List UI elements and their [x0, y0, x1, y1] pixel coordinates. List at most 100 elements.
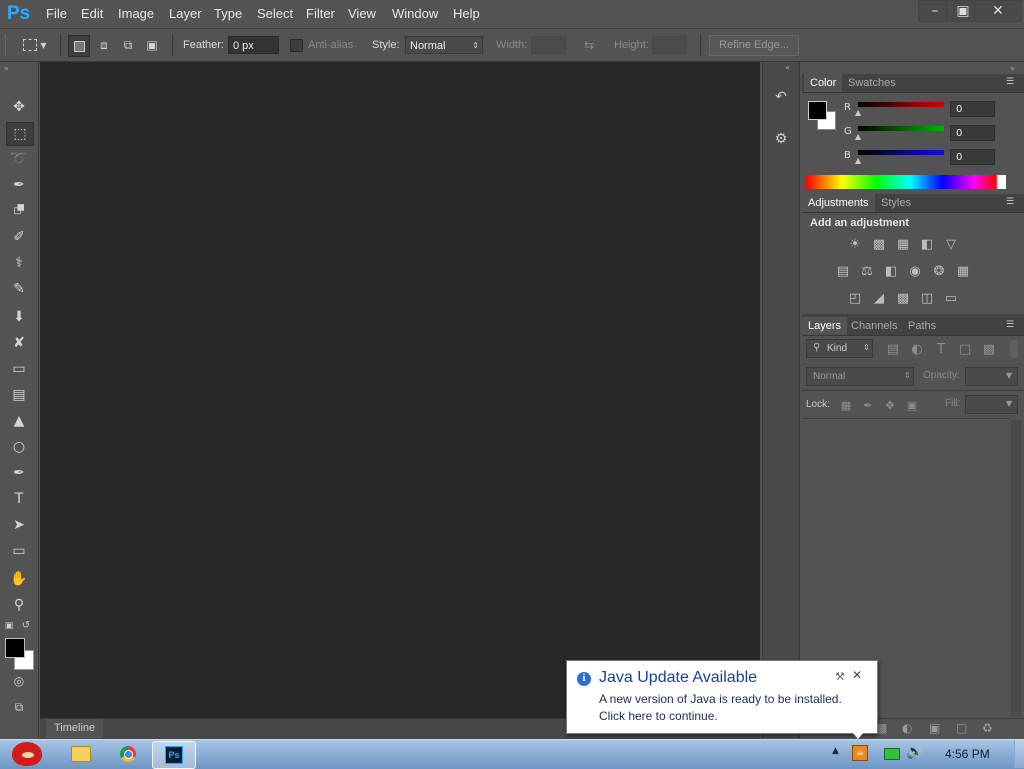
filter-shape-icon[interactable]: □ [956, 342, 974, 357]
hand-tool-icon[interactable]: ✋ [6, 568, 32, 590]
show-desktop-button[interactable] [1014, 740, 1024, 768]
filter-type-icon[interactable]: T [932, 342, 950, 357]
default-colors-icon[interactable]: ▣ [3, 620, 15, 632]
chrome-icon[interactable] [115, 744, 141, 764]
rectangular-marquee-tool-icon[interactable]: ⬚ [6, 122, 34, 146]
tab-adjustments[interactable]: Adjustments [802, 194, 875, 212]
channel-r-input[interactable]: 0 [950, 101, 995, 117]
properties-panel-icon[interactable]: ⚙ [771, 128, 791, 150]
java-update-notification[interactable]: i Java Update Available ⚒ ✕ A new versio… [566, 660, 878, 734]
intersect-selection-icon[interactable]: ▣ [142, 35, 162, 55]
filter-smart-object-icon[interactable]: ▩ [980, 342, 998, 357]
feather-input[interactable]: 0 px [228, 36, 279, 54]
history-brush-tool-icon[interactable]: ✘ [6, 332, 32, 354]
color-balance-icon[interactable]: ⚖ [858, 264, 876, 279]
pen-tool-icon[interactable]: ✒ [6, 462, 32, 484]
angry-birds-icon[interactable] [6, 740, 48, 768]
tab-color[interactable]: Color [804, 74, 843, 92]
rectangle-tool-icon[interactable]: ▭ [6, 540, 32, 562]
adjustment-layer-icon[interactable]: ◐ [902, 721, 912, 735]
java-tray-icon[interactable]: ☕ [852, 745, 868, 761]
color-foreground-swatch[interactable] [808, 101, 827, 120]
collapse-dock-icon[interactable]: » [1010, 64, 1015, 73]
brightness-contrast-icon[interactable]: ☀ [846, 237, 864, 252]
exposure-icon[interactable]: ◧ [918, 237, 936, 252]
width-input[interactable] [531, 36, 566, 54]
photo-filter-icon[interactable]: ◉ [906, 264, 924, 279]
volume-icon[interactable]: 🔊 [906, 744, 923, 760]
menu-select[interactable]: Select [257, 6, 293, 21]
timeline-tab[interactable]: Timeline [46, 719, 104, 738]
menu-view[interactable]: View [348, 6, 376, 21]
collapse-tools-icon[interactable]: » [4, 64, 9, 73]
brush-tool-icon[interactable]: ✎ [6, 278, 32, 300]
color-spectrum-ramp[interactable] [806, 175, 1006, 189]
menu-filter[interactable]: Filter [306, 6, 335, 21]
invert-icon[interactable]: ◰ [846, 291, 864, 306]
quick-mask-icon[interactable]: ◎ [9, 672, 29, 690]
document-canvas-area[interactable] [40, 62, 760, 718]
menu-edit[interactable]: Edit [81, 6, 103, 21]
close-notification-icon[interactable]: ✕ [852, 668, 862, 682]
filter-toggle[interactable] [1010, 340, 1018, 358]
swap-dimensions-icon[interactable]: ⇆ [580, 37, 598, 53]
menu-help[interactable]: Help [453, 6, 480, 21]
path-selection-tool-icon[interactable]: ➤ [6, 514, 32, 536]
move-tool-icon[interactable]: ✥ [6, 96, 32, 118]
type-tool-icon[interactable]: T [6, 488, 32, 510]
foreground-color-swatch[interactable] [5, 638, 25, 658]
levels-icon[interactable]: ▩ [870, 237, 888, 252]
trash-icon[interactable]: ♻ [982, 721, 993, 735]
lock-position-icon[interactable]: ✥ [881, 398, 899, 412]
tab-styles[interactable]: Styles [875, 194, 917, 212]
gradient-tool-icon[interactable]: ▤ [6, 384, 32, 406]
folder-icon[interactable]: ▣ [929, 721, 940, 735]
channel-r-slider[interactable] [858, 102, 944, 107]
menu-file[interactable]: File [46, 6, 67, 21]
marquee-preset-icon[interactable]: ▼ [22, 37, 48, 53]
dodge-tool-icon[interactable]: ○ [6, 436, 32, 458]
lock-all-icon[interactable]: ▣ [903, 398, 921, 412]
slider-b-handle-icon[interactable]: ▲ [855, 156, 861, 165]
panel-menu-icon[interactable]: ☰ [1006, 77, 1014, 87]
add-to-selection-icon[interactable]: ⧈ [94, 35, 114, 55]
channel-g-input[interactable]: 0 [950, 125, 995, 141]
menu-layer[interactable]: Layer [169, 6, 202, 21]
tab-paths[interactable]: Paths [902, 317, 942, 335]
menu-type[interactable]: Type [214, 6, 242, 21]
channel-mixer-icon[interactable]: ❂ [930, 264, 948, 279]
options-wrench-icon[interactable]: ⚒ [835, 670, 845, 683]
black-white-icon[interactable]: ◧ [882, 264, 900, 279]
clock[interactable]: 4:56 PM [945, 747, 990, 761]
slider-r-handle-icon[interactable]: ▲ [855, 108, 861, 117]
threshold-icon[interactable]: ▩ [894, 291, 912, 306]
crop-tool-icon[interactable]: ⮻ [6, 200, 32, 222]
show-hidden-icons-icon[interactable]: ▲ [832, 746, 839, 756]
network-icon[interactable] [884, 748, 900, 760]
curves-icon[interactable]: ▦ [894, 237, 912, 252]
clone-stamp-tool-icon[interactable]: ⬇ [6, 306, 32, 328]
color-lookup-icon[interactable]: ▦ [954, 264, 972, 279]
subtract-from-selection-icon[interactable]: ⧉ [118, 35, 138, 55]
slider-g-handle-icon[interactable]: ▲ [855, 132, 861, 141]
style-select[interactable]: Normal ⇕ [405, 36, 483, 54]
tab-swatches[interactable]: Swatches [842, 74, 902, 92]
explorer-icon[interactable] [68, 744, 94, 764]
new-selection-icon[interactable] [68, 35, 90, 57]
refine-edge-button[interactable]: Refine Edge... [709, 35, 799, 56]
layers-menu-icon[interactable]: ☰ [1006, 320, 1014, 330]
height-input[interactable] [652, 36, 687, 54]
tab-channels[interactable]: Channels [845, 317, 903, 335]
fill-input[interactable]: ▼ [965, 395, 1018, 414]
channel-g-slider[interactable] [858, 126, 944, 131]
lasso-tool-icon[interactable]: ➰ [6, 148, 32, 170]
close-button[interactable]: ✕ [974, 0, 1022, 22]
lock-image-icon[interactable]: ✒ [859, 398, 877, 412]
tab-layers[interactable]: Layers [802, 317, 848, 335]
layers-scrollbar[interactable] [1011, 420, 1021, 716]
filter-kind-select[interactable]: ⚲ Kind ⇕ [806, 339, 873, 358]
blur-tool-icon[interactable]: ▲ [6, 410, 32, 432]
channel-b-input[interactable]: 0 [950, 149, 995, 165]
zoom-tool-icon[interactable]: ⚲ [6, 594, 32, 616]
blend-mode-select[interactable]: Normal ⇕ [806, 367, 914, 386]
